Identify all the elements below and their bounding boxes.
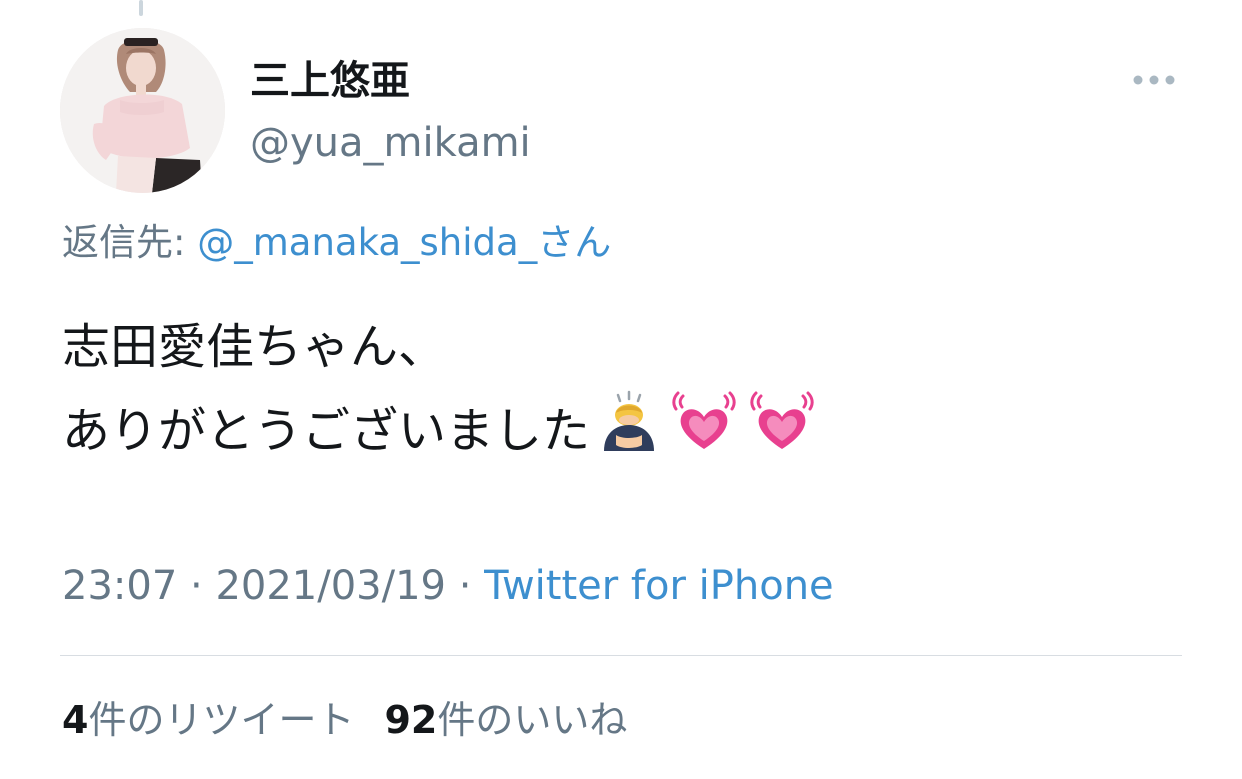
beating-heart-emoji bbox=[750, 391, 814, 449]
more-dots-icon bbox=[1133, 75, 1175, 85]
meta-separator: · bbox=[445, 563, 485, 609]
likes-stat[interactable]: 92件のいいね bbox=[384, 698, 627, 742]
beating-heart-emoji bbox=[672, 391, 736, 449]
reply-mention-link[interactable]: @_manaka_shida_さん bbox=[197, 221, 611, 264]
more-options-button[interactable] bbox=[1128, 60, 1180, 100]
tweet-text-line: 志田愛佳ちゃん、 bbox=[62, 319, 447, 375]
tweet-text: 志田愛佳ちゃん、 ありがとうございました bbox=[62, 305, 818, 473]
retweet-count: 4 bbox=[62, 698, 89, 742]
display-name[interactable]: 三上悠亜 bbox=[250, 56, 410, 106]
person-bowing-emoji bbox=[604, 390, 655, 451]
avatar[interactable] bbox=[60, 28, 225, 193]
reply-to-label: 返信先: bbox=[62, 221, 198, 264]
user-handle[interactable]: @yua_mikami bbox=[250, 118, 531, 168]
reply-to-line: 返信先: @_manaka_shida_さん bbox=[62, 218, 611, 268]
engagement-stats: 4件のリツイート 92件のいいね bbox=[62, 692, 627, 748]
tweet-date: 2021/03/19 bbox=[215, 563, 446, 609]
tweet-time: 23:07 bbox=[62, 563, 178, 609]
divider bbox=[60, 655, 1182, 656]
avatar-photo bbox=[60, 28, 225, 193]
thread-connector-line bbox=[139, 0, 143, 16]
like-label: 件のいいね bbox=[437, 698, 628, 742]
tweet-metadata: 23:07 · 2021/03/19 · Twitter for iPhone bbox=[62, 558, 834, 614]
tweet-text-line: ありがとうございました bbox=[62, 403, 591, 459]
retweets-stat[interactable]: 4件のリツイート bbox=[62, 698, 354, 742]
tweet-source-link[interactable]: Twitter for iPhone bbox=[484, 563, 834, 609]
tweet-text-line-with-emoji: ありがとうございました bbox=[62, 389, 818, 473]
retweet-label: 件のリツイート bbox=[88, 698, 355, 742]
like-count: 92 bbox=[384, 698, 438, 742]
meta-separator: · bbox=[177, 563, 216, 609]
